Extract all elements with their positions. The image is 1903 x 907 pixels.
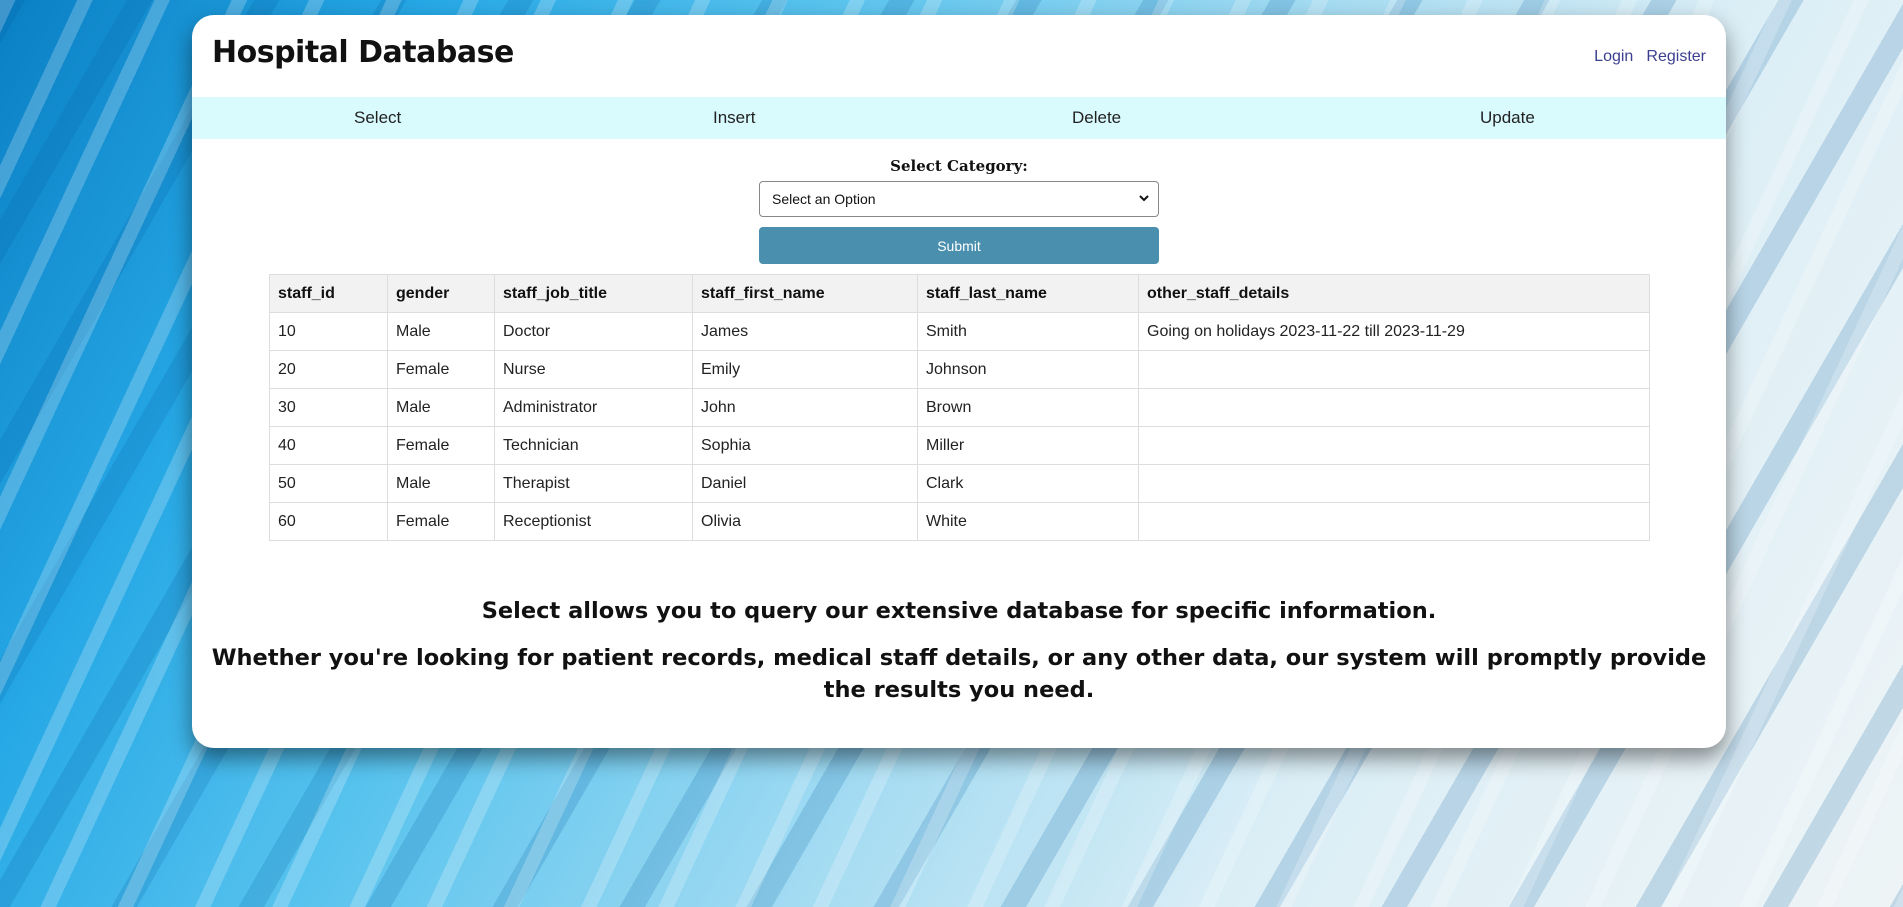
table-cell <box>1138 388 1650 427</box>
table-cell: Doctor <box>494 312 693 351</box>
table-header-row: staff_id gender staff_job_title staff_fi… <box>269 274 1650 313</box>
table-cell: Going on holidays 2023-11-22 till 2023-1… <box>1138 312 1650 351</box>
table-cell: 50 <box>269 464 388 503</box>
category-select-value: Select an Option <box>772 191 876 207</box>
column-header: staff_first_name <box>692 274 918 313</box>
table-cell: White <box>917 502 1139 541</box>
chevron-down-icon <box>1138 192 1150 207</box>
submit-button[interactable]: Submit <box>759 227 1159 264</box>
table-cell: Clark <box>917 464 1139 503</box>
column-header: staff_id <box>269 274 388 313</box>
table-cell: Smith <box>917 312 1139 351</box>
info-text-line2: Whether you're looking for patient recor… <box>211 645 1707 703</box>
nav-select[interactable]: Select <box>354 108 401 128</box>
table-cell: Daniel <box>692 464 918 503</box>
table-cell: 60 <box>269 502 388 541</box>
table-row: 40 Female Technician Sophia Miller <box>269 426 1650 465</box>
login-link[interactable]: Login <box>1594 48 1633 65</box>
table-cell: Nurse <box>494 350 693 389</box>
table-cell: 40 <box>269 426 388 465</box>
category-select[interactable]: Select an Option <box>759 181 1159 217</box>
auth-links: Login Register <box>1586 46 1706 66</box>
info-text-line1: Select allows you to query our extensive… <box>481 598 1437 624</box>
table-cell: Female <box>387 350 495 389</box>
table-cell: Receptionist <box>494 502 693 541</box>
table-cell: 20 <box>269 350 388 389</box>
column-header: other_staff_details <box>1138 274 1650 313</box>
table-cell: 30 <box>269 388 388 427</box>
table-cell: Olivia <box>692 502 918 541</box>
nav-delete[interactable]: Delete <box>1072 108 1121 128</box>
nav-insert[interactable]: Insert <box>713 108 756 128</box>
table-cell: Female <box>387 502 495 541</box>
column-header: staff_last_name <box>917 274 1139 313</box>
table-row: 50 Male Therapist Daniel Clark <box>269 464 1650 503</box>
table-cell: Male <box>387 312 495 351</box>
main-card: Hospital Database Login Register Select … <box>192 15 1726 748</box>
table-cell: Male <box>387 464 495 503</box>
table-row: 60 Female Receptionist Olivia White <box>269 502 1650 541</box>
nav-update[interactable]: Update <box>1480 108 1535 128</box>
table-cell <box>1138 502 1650 541</box>
table-cell: Emily <box>692 350 918 389</box>
header: Hospital Database Login Register <box>192 15 1726 97</box>
category-label: Select Category: <box>890 157 1028 175</box>
table-cell: Female <box>387 426 495 465</box>
table-cell: James <box>692 312 918 351</box>
table-cell <box>1138 350 1650 389</box>
table-cell: 10 <box>269 312 388 351</box>
table-row: 10 Male Doctor James Smith Going on holi… <box>269 312 1650 351</box>
table-cell: John <box>692 388 918 427</box>
info-section: Select allows you to query our extensive… <box>192 598 1726 706</box>
table-cell: Therapist <box>494 464 693 503</box>
register-link[interactable]: Register <box>1646 48 1706 65</box>
table-cell: Technician <box>494 426 693 465</box>
page-title: Hospital Database <box>212 35 514 70</box>
table-cell: Male <box>387 388 495 427</box>
column-header: staff_job_title <box>494 274 693 313</box>
table-cell <box>1138 464 1650 503</box>
staff-table: staff_id gender staff_job_title staff_fi… <box>269 274 1650 541</box>
table-row: 30 Male Administrator John Brown <box>269 388 1650 427</box>
table-cell: Brown <box>917 388 1139 427</box>
table-cell: Johnson <box>917 350 1139 389</box>
table-cell: Sophia <box>692 426 918 465</box>
table-cell: Administrator <box>494 388 693 427</box>
query-form: Select Category: Select an Option Submit <box>192 139 1726 271</box>
column-header: gender <box>387 274 495 313</box>
table-row: 20 Female Nurse Emily Johnson <box>269 350 1650 389</box>
table-cell: Miller <box>917 426 1139 465</box>
nav-bar: Select Insert Delete Update <box>192 97 1726 139</box>
table-cell <box>1138 426 1650 465</box>
